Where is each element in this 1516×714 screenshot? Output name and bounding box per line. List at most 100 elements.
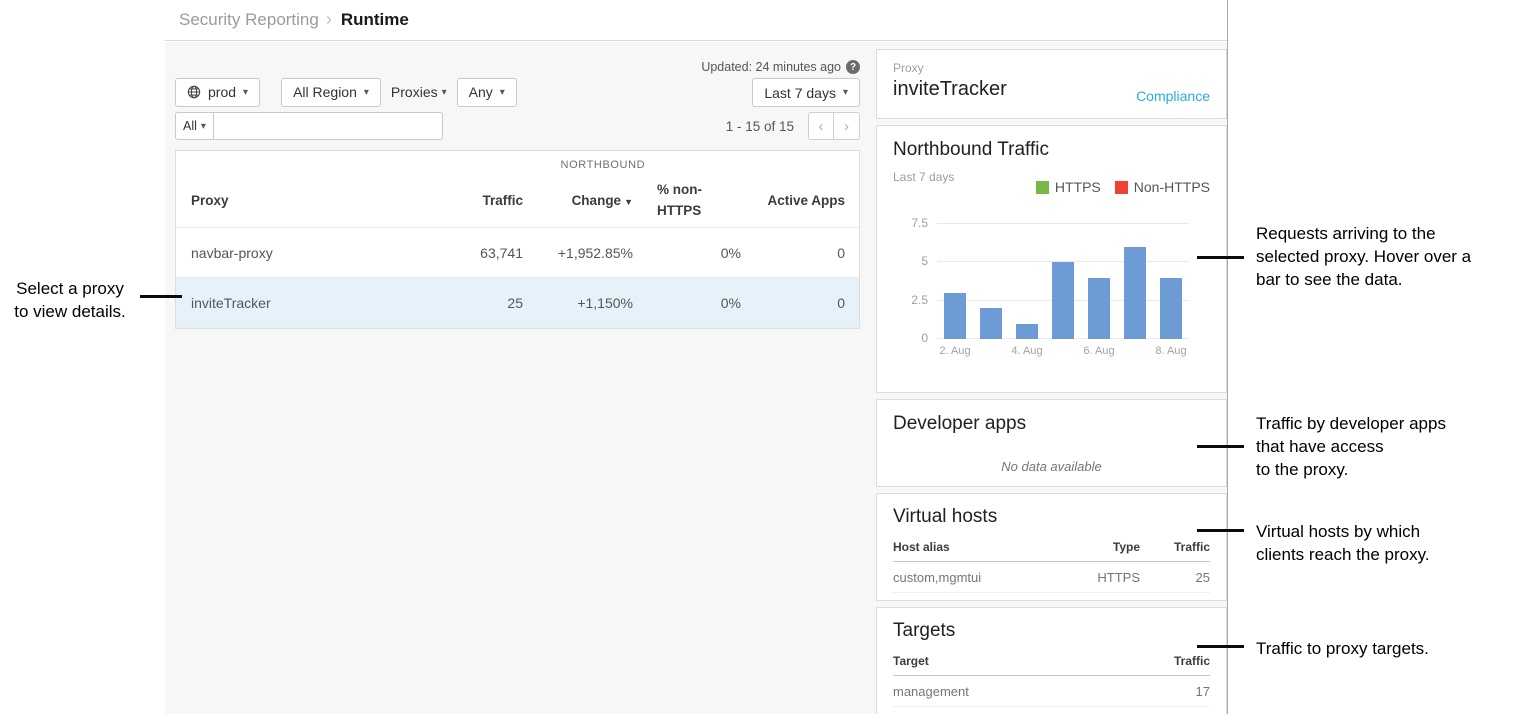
pagination: 1 - 15 of 15 ‹ › — [726, 112, 860, 140]
cell-change: +1,952.85% — [523, 245, 633, 261]
app-window: Security Reporting › Runtime Updated: 24… — [165, 0, 1228, 714]
virtual-hosts-title: Virtual hosts — [893, 506, 1210, 528]
breadcrumb: Security Reporting › Runtime — [165, 0, 1227, 41]
non-https-label: % non-HTTPS — [657, 180, 713, 222]
chart-bar[interactable] — [980, 308, 1002, 339]
column-header-change[interactable]: Change▼ — [523, 193, 633, 208]
developer-apps-card: Developer apps No data available — [876, 399, 1227, 487]
x-tick-label — [973, 345, 1009, 357]
region-dropdown-label: All Region — [293, 84, 357, 100]
cell-proxy-name: navbar-proxy — [176, 245, 432, 261]
proxy-summary-card: Proxy inviteTracker Compliance — [876, 49, 1227, 119]
table-row-navbar-proxy[interactable]: navbar-proxy 63,741 +1,952.85% 0% 0 — [176, 228, 859, 278]
cell-change: +1,150% — [523, 295, 633, 311]
cell-traffic: 63,741 — [432, 245, 523, 261]
column-header-proxy[interactable]: Proxy — [176, 193, 432, 208]
targets-card: Targets Target Traffic management 17 — [876, 607, 1227, 714]
bar-cell — [973, 224, 1009, 339]
change-label: Change — [572, 193, 622, 208]
cell-traffic: 17 — [1140, 684, 1210, 699]
updated-text: Updated: 24 minutes ago — [701, 60, 841, 74]
virtual-hosts-table: Host alias Type Traffic custom,mgmtui HT… — [893, 540, 1210, 593]
region-dropdown[interactable]: All Region ▾ — [281, 78, 381, 107]
y-tick-label: 5 — [921, 254, 928, 268]
chart-bar[interactable] — [944, 293, 966, 339]
breadcrumb-section[interactable]: Security Reporting — [179, 10, 319, 30]
chart-title: Northbound Traffic — [893, 139, 1210, 161]
virtual-hosts-card: Virtual hosts Host alias Type Traffic cu… — [876, 493, 1227, 601]
chart-bar[interactable] — [1124, 247, 1146, 339]
northbound-group-label: NORTHBOUND — [561, 159, 646, 171]
target-row[interactable]: management 17 — [893, 676, 1210, 707]
proxies-dropdown[interactable]: Proxies ▾ — [391, 84, 447, 100]
chevron-down-icon: ▾ — [243, 87, 248, 98]
date-range-dropdown[interactable]: Last 7 days ▾ — [752, 78, 860, 107]
column-header-host-alias: Host alias — [893, 540, 1050, 554]
northbound-traffic-card: Northbound Traffic Last 7 days HTTPS Non… — [876, 125, 1227, 393]
https-swatch-icon — [1036, 181, 1049, 194]
sort-desc-icon: ▼ — [624, 197, 633, 207]
search-input[interactable] — [214, 112, 443, 140]
y-tick-label: 0 — [921, 331, 928, 345]
virtual-host-row[interactable]: custom,mgmtui HTTPS 25 — [893, 562, 1210, 593]
table-row-invitetracker-selected[interactable]: inviteTracker 25 +1,150% 0% 0 — [176, 278, 859, 328]
chart-bar[interactable] — [1016, 324, 1038, 339]
proxy-list-panel: Updated: 24 minutes ago ? prod ▾ All Reg… — [175, 42, 860, 714]
chevron-left-icon: ‹ — [819, 118, 824, 135]
cell-proxy-name: inviteTracker — [176, 295, 432, 311]
chevron-down-icon: ▾ — [843, 87, 848, 98]
globe-icon — [187, 85, 201, 99]
chevron-right-icon: › — [844, 118, 849, 135]
non-https-swatch-icon — [1115, 181, 1128, 194]
compliance-link[interactable]: Compliance — [1136, 88, 1210, 104]
legend-item-non-https: Non-HTTPS — [1115, 179, 1210, 195]
cell-traffic: 25 — [432, 295, 523, 311]
table-header-row: Proxy Traffic Change▼ % non-HTTPS Active… — [176, 174, 859, 228]
bar-cell — [1081, 224, 1117, 339]
y-tick-label: 7.5 — [911, 216, 928, 230]
targets-title: Targets — [893, 620, 1210, 642]
annotation-virtual-hosts: Virtual hosts by which clients reach the… — [1256, 520, 1516, 566]
page: Security Reporting › Runtime Updated: 24… — [0, 0, 1516, 714]
any-dropdown[interactable]: Any ▾ — [457, 78, 517, 107]
callout-line-targets — [1197, 645, 1244, 648]
column-header-type: Type — [1050, 540, 1140, 554]
no-data-message: No data available — [893, 459, 1210, 474]
column-header-traffic[interactable]: Traffic — [432, 193, 523, 208]
callout-line-virtual-hosts — [1197, 529, 1244, 532]
search-scope-dropdown[interactable]: All ▾ — [175, 112, 214, 140]
targets-table: Target Traffic management 17 — [893, 654, 1210, 707]
legend-item-https: HTTPS — [1036, 179, 1101, 195]
column-header-traffic: Traffic — [1140, 540, 1210, 554]
table-group-header: NORTHBOUND — [176, 151, 859, 174]
chart-bar[interactable] — [1088, 278, 1110, 339]
environment-dropdown[interactable]: prod ▾ — [175, 78, 260, 107]
cell-traffic: 25 — [1140, 570, 1210, 585]
pagination-next-button[interactable]: › — [834, 112, 860, 140]
cell-active-apps: 0 — [741, 245, 859, 261]
annotation-requests: Requests arriving to the selected proxy.… — [1256, 222, 1516, 291]
cell-non-https: 0% — [633, 295, 741, 311]
bar-cell — [1045, 224, 1081, 339]
environment-dropdown-label: prod — [208, 84, 236, 100]
chart-bar[interactable] — [1052, 262, 1074, 339]
date-range-label: Last 7 days — [764, 85, 836, 101]
chevron-down-icon: ▾ — [364, 87, 369, 98]
proxy-label: Proxy — [893, 61, 1210, 75]
chart-bar[interactable] — [1160, 278, 1182, 339]
chevron-down-icon: ▾ — [442, 87, 447, 98]
column-header-non-https[interactable]: % non-HTTPS — [633, 180, 741, 222]
help-icon[interactable]: ? — [846, 60, 860, 74]
cell-active-apps: 0 — [741, 295, 859, 311]
annotation-developer-apps: Traffic by developer apps that have acce… — [1256, 412, 1516, 481]
callout-line-developer-apps — [1197, 445, 1244, 448]
bar-chart: 02.557.5 — [937, 224, 1189, 339]
column-header-active-apps[interactable]: Active Apps — [741, 193, 859, 208]
x-tick-label: 6. Aug — [1081, 345, 1117, 357]
pagination-prev-button[interactable]: ‹ — [808, 112, 834, 140]
annotation-targets: Traffic to proxy targets. — [1256, 637, 1516, 660]
chart-plot — [937, 224, 1189, 339]
callout-line-select-proxy — [140, 295, 182, 298]
chart-x-axis: 2. Aug4. Aug6. Aug8. Aug — [937, 345, 1189, 357]
column-header-target: Target — [893, 654, 1140, 668]
